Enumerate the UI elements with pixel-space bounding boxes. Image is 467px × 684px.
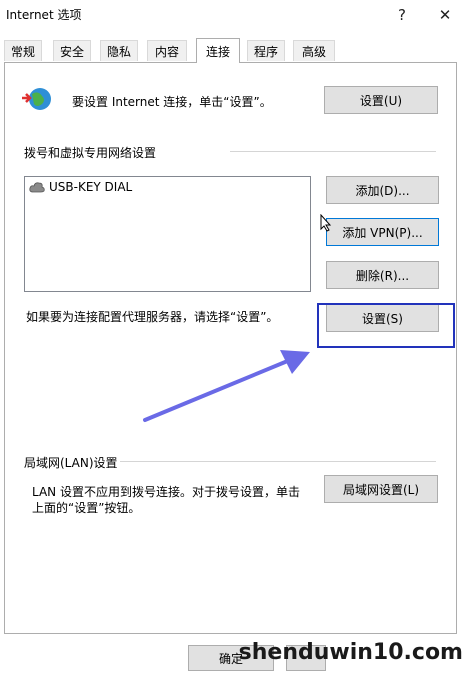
lan-text-line2: 上面的“设置”按钮。 bbox=[32, 501, 141, 515]
connection-list[interactable]: USB-KEY DIAL bbox=[24, 176, 311, 292]
add-button[interactable]: 添加(D)... bbox=[326, 176, 439, 204]
tab-advanced[interactable]: 高级 bbox=[293, 40, 335, 61]
lan-heading: 局域网(LAN)设置 bbox=[24, 456, 118, 470]
lan-separator bbox=[120, 461, 436, 462]
tab-programs[interactable]: 程序 bbox=[247, 40, 285, 61]
lan-settings-button[interactable]: 局域网设置(L) bbox=[324, 475, 438, 503]
dialup-heading: 拨号和虚拟专用网络设置 bbox=[24, 146, 157, 160]
tab-content[interactable]: 内容 bbox=[147, 40, 187, 61]
lan-text-line1: LAN 设置不应用到拨号连接。对于拨号设置，单击 bbox=[32, 485, 300, 499]
close-button[interactable]: ✕ bbox=[423, 0, 467, 30]
add-vpn-button[interactable]: 添加 VPN(P)... bbox=[326, 218, 439, 246]
setup-text: 要设置 Internet 连接，单击“设置”。 bbox=[72, 95, 272, 109]
mouse-cursor-icon bbox=[320, 213, 332, 232]
connection-name: USB-KEY DIAL bbox=[49, 180, 133, 194]
tab-security[interactable]: 安全 bbox=[53, 40, 91, 61]
site-watermark: shenduwin10.com bbox=[238, 640, 463, 665]
tab-privacy[interactable]: 隐私 bbox=[100, 40, 138, 61]
tab-general[interactable]: 常规 bbox=[4, 40, 42, 61]
remove-button[interactable]: 删除(R)... bbox=[326, 261, 439, 289]
tab-connections[interactable]: 连接 bbox=[196, 38, 240, 63]
list-item[interactable]: USB-KEY DIAL bbox=[29, 180, 132, 194]
cloud-connection-icon bbox=[29, 182, 45, 193]
internet-globe-icon bbox=[20, 84, 54, 114]
dialup-separator bbox=[230, 151, 436, 152]
help-button[interactable]: ? bbox=[380, 0, 424, 30]
setup-button[interactable]: 设置(U) bbox=[324, 86, 438, 114]
annotation-highlight-box bbox=[317, 303, 455, 348]
window-title: Internet 选项 bbox=[6, 8, 82, 22]
annotation-arrow-icon bbox=[143, 350, 310, 422]
proxy-text: 如果要为连接配置代理服务器，请选择“设置”。 bbox=[26, 310, 279, 324]
